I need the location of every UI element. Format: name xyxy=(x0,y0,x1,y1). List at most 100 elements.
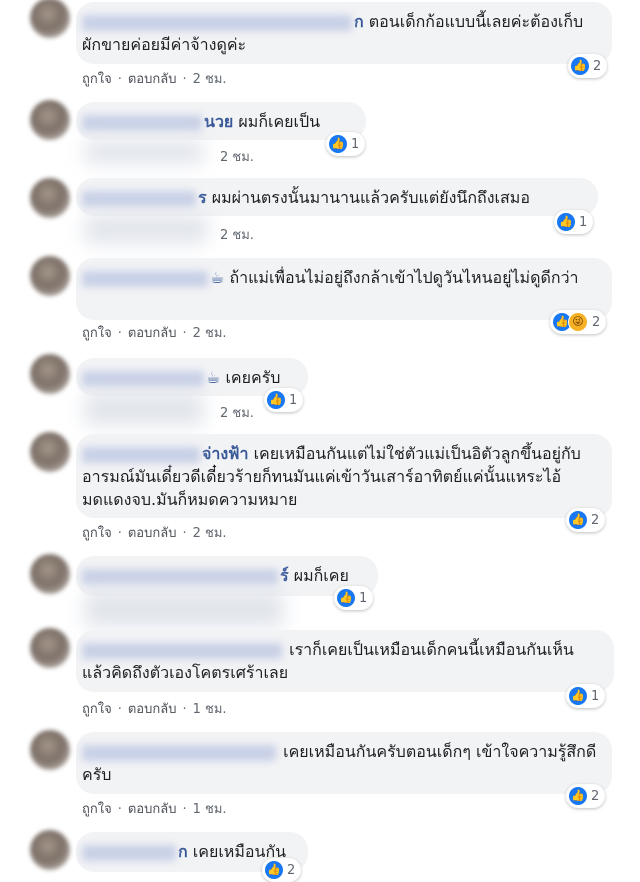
timestamp[interactable]: 2 ชม. xyxy=(220,150,254,165)
reaction-count[interactable]: 👍 1 xyxy=(326,132,366,156)
avatar[interactable] xyxy=(30,432,70,472)
timestamp[interactable]: 2 ชม. xyxy=(193,526,227,541)
reaction-number: 2 xyxy=(287,862,296,878)
like-icon: 👍 xyxy=(265,861,283,879)
like-link[interactable]: ถูกใจ xyxy=(82,326,112,341)
like-icon: 👍 xyxy=(569,687,587,705)
comment-body: ก เคยเหมือนกัน xyxy=(82,840,294,863)
timestamp[interactable]: 1 ชม. xyxy=(193,702,227,717)
separator: · xyxy=(182,702,187,717)
separator: · xyxy=(117,72,122,87)
comment-text: ผมก็เคยเป็น xyxy=(238,112,321,131)
like-link[interactable]: ถูกใจ xyxy=(82,802,112,817)
separator: · xyxy=(182,72,187,87)
haha-icon: 😜 xyxy=(568,312,588,332)
comment-body: จ่างฟ้า เคยเหมือนกันแต่ไม่ใช่ตัวแม่เป็นอ… xyxy=(82,442,598,511)
avatar[interactable] xyxy=(30,830,70,870)
comment-text: ผมก็เคย xyxy=(293,566,349,585)
reaction-number: 1 xyxy=(351,136,360,152)
author-name[interactable]: นวย xyxy=(82,112,233,131)
reaction-number: 1 xyxy=(359,590,368,606)
avatar[interactable] xyxy=(30,554,70,594)
reaction-number: 1 xyxy=(579,214,588,230)
like-icon: 👍 xyxy=(557,213,575,231)
reaction-number: 2 xyxy=(591,512,600,528)
reaction-number: 1 xyxy=(289,392,298,408)
reaction-number: 1 xyxy=(591,688,600,704)
comment-bubble: เคยเหมือนกันครับตอนเด็กๆ เข้าใจความรู้สึ… xyxy=(76,732,612,794)
author-name[interactable]: ☕ xyxy=(82,268,224,287)
reaction-number: 2 xyxy=(592,314,601,330)
reaction-number: 2 xyxy=(591,788,600,804)
author-name[interactable]: ก xyxy=(82,842,188,861)
blur-overlay xyxy=(84,392,204,426)
reaction-count[interactable]: 👍 2 xyxy=(566,784,606,808)
separator: · xyxy=(182,326,187,341)
reaction-count[interactable]: 👍 1 xyxy=(334,586,374,610)
separator: · xyxy=(117,326,122,341)
comment-body: ☕ เคยครับ xyxy=(82,366,294,389)
comment-actions: ถูกใจ · ตอบกลับ · 2 ชม. xyxy=(82,68,227,89)
comment-bubble: นวย ผมก็เคยเป็น xyxy=(76,102,366,140)
blur-overlay xyxy=(84,140,204,164)
comment-body: ร ผมผ่านตรงนั้นมานานแล้วครับแต่ยังนึกถึง… xyxy=(82,186,584,209)
comment-actions: ถูกใจ · ตอบกลับ · 1 ชม. xyxy=(82,698,227,719)
separator: · xyxy=(117,526,122,541)
reaction-count[interactable]: 👍 2 xyxy=(568,54,608,78)
separator: · xyxy=(182,802,187,817)
comment-body: เคยเหมือนกันครับตอนเด็กๆ เข้าใจความรู้สึ… xyxy=(82,740,598,786)
author-name[interactable]: ☕ xyxy=(82,368,220,387)
comment-body: ก ตอนเด็กก้อแบบนี้เลยค่ะต้องเก็บผักขายค่… xyxy=(82,10,598,56)
comment-actions: ถูกใจ · ตอบกลับ · 1 ชม. xyxy=(82,798,227,819)
reaction-count[interactable]: 👍 1 xyxy=(264,388,304,412)
avatar[interactable] xyxy=(30,730,70,770)
author-name[interactable]: จ่างฟ้า xyxy=(82,444,248,463)
timestamp[interactable]: 2 ชม. xyxy=(193,72,227,87)
author-name[interactable]: ก xyxy=(82,12,364,31)
timestamp[interactable]: 2 ชม. xyxy=(220,406,254,421)
blur-overlay xyxy=(84,214,208,244)
avatar[interactable] xyxy=(30,100,70,140)
separator: · xyxy=(117,802,122,817)
comment-body: นวย ผมก็เคยเป็น xyxy=(82,110,352,133)
avatar[interactable] xyxy=(30,354,70,394)
reaction-count[interactable]: 👍 1 xyxy=(554,210,594,234)
like-icon: 👍 xyxy=(267,391,285,409)
reply-link[interactable]: ตอบกลับ xyxy=(128,526,177,541)
reaction-count[interactable]: 👍 😜 2 xyxy=(550,310,607,334)
comment-bubble: ☕ ถ้าแม่เพื่อนไม่อยู่ถึงกล้าเข้าไปดูวันไ… xyxy=(76,258,612,320)
comment-bubble: เราก็เคยเป็นเหมือนเด็กคนนี้เหมือนกันเห็น… xyxy=(76,630,614,692)
author-name[interactable]: ร์ xyxy=(82,566,289,585)
author-name[interactable] xyxy=(82,640,284,659)
like-link[interactable]: ถูกใจ xyxy=(82,702,112,717)
reaction-count[interactable]: 👍 2 xyxy=(262,858,302,882)
author-name[interactable]: ร xyxy=(82,188,207,207)
reply-link[interactable]: ตอบกลับ xyxy=(128,72,177,87)
separator: · xyxy=(117,702,122,717)
comment-body: ร์ ผมก็เคย xyxy=(82,564,364,587)
like-link[interactable]: ถูกใจ xyxy=(82,526,112,541)
like-icon: 👍 xyxy=(569,787,587,805)
avatar[interactable] xyxy=(30,178,70,218)
comment-text: เคยครับ xyxy=(225,368,281,387)
reply-link[interactable]: ตอบกลับ xyxy=(128,702,177,717)
comment-actions: 2 ชม. xyxy=(220,402,254,423)
avatar[interactable] xyxy=(30,628,70,668)
avatar[interactable] xyxy=(30,256,70,296)
reaction-count[interactable]: 👍 1 xyxy=(566,684,606,708)
timestamp[interactable]: 2 ชม. xyxy=(220,228,254,243)
like-link[interactable]: ถูกใจ xyxy=(82,72,112,87)
reaction-number: 2 xyxy=(593,58,602,74)
reply-link[interactable]: ตอบกลับ xyxy=(128,326,177,341)
author-name[interactable] xyxy=(82,742,278,761)
avatar[interactable] xyxy=(30,0,70,38)
reply-link[interactable]: ตอบกลับ xyxy=(128,802,177,817)
comment-actions: 2 ชม. xyxy=(220,146,254,167)
timestamp[interactable]: 1 ชม. xyxy=(193,802,227,817)
reaction-count[interactable]: 👍 2 xyxy=(566,508,606,532)
blur-overlay xyxy=(84,590,284,628)
comment-bubble: ก ตอนเด็กก้อแบบนี้เลยค่ะต้องเก็บผักขายค่… xyxy=(76,2,612,64)
comment-text: ถ้าแม่เพื่อนไม่อยู่ถึงกล้าเข้าไปดูวันไหน… xyxy=(229,268,579,287)
timestamp[interactable]: 2 ชม. xyxy=(193,326,227,341)
comment-actions: 2 ชม. xyxy=(220,224,254,245)
